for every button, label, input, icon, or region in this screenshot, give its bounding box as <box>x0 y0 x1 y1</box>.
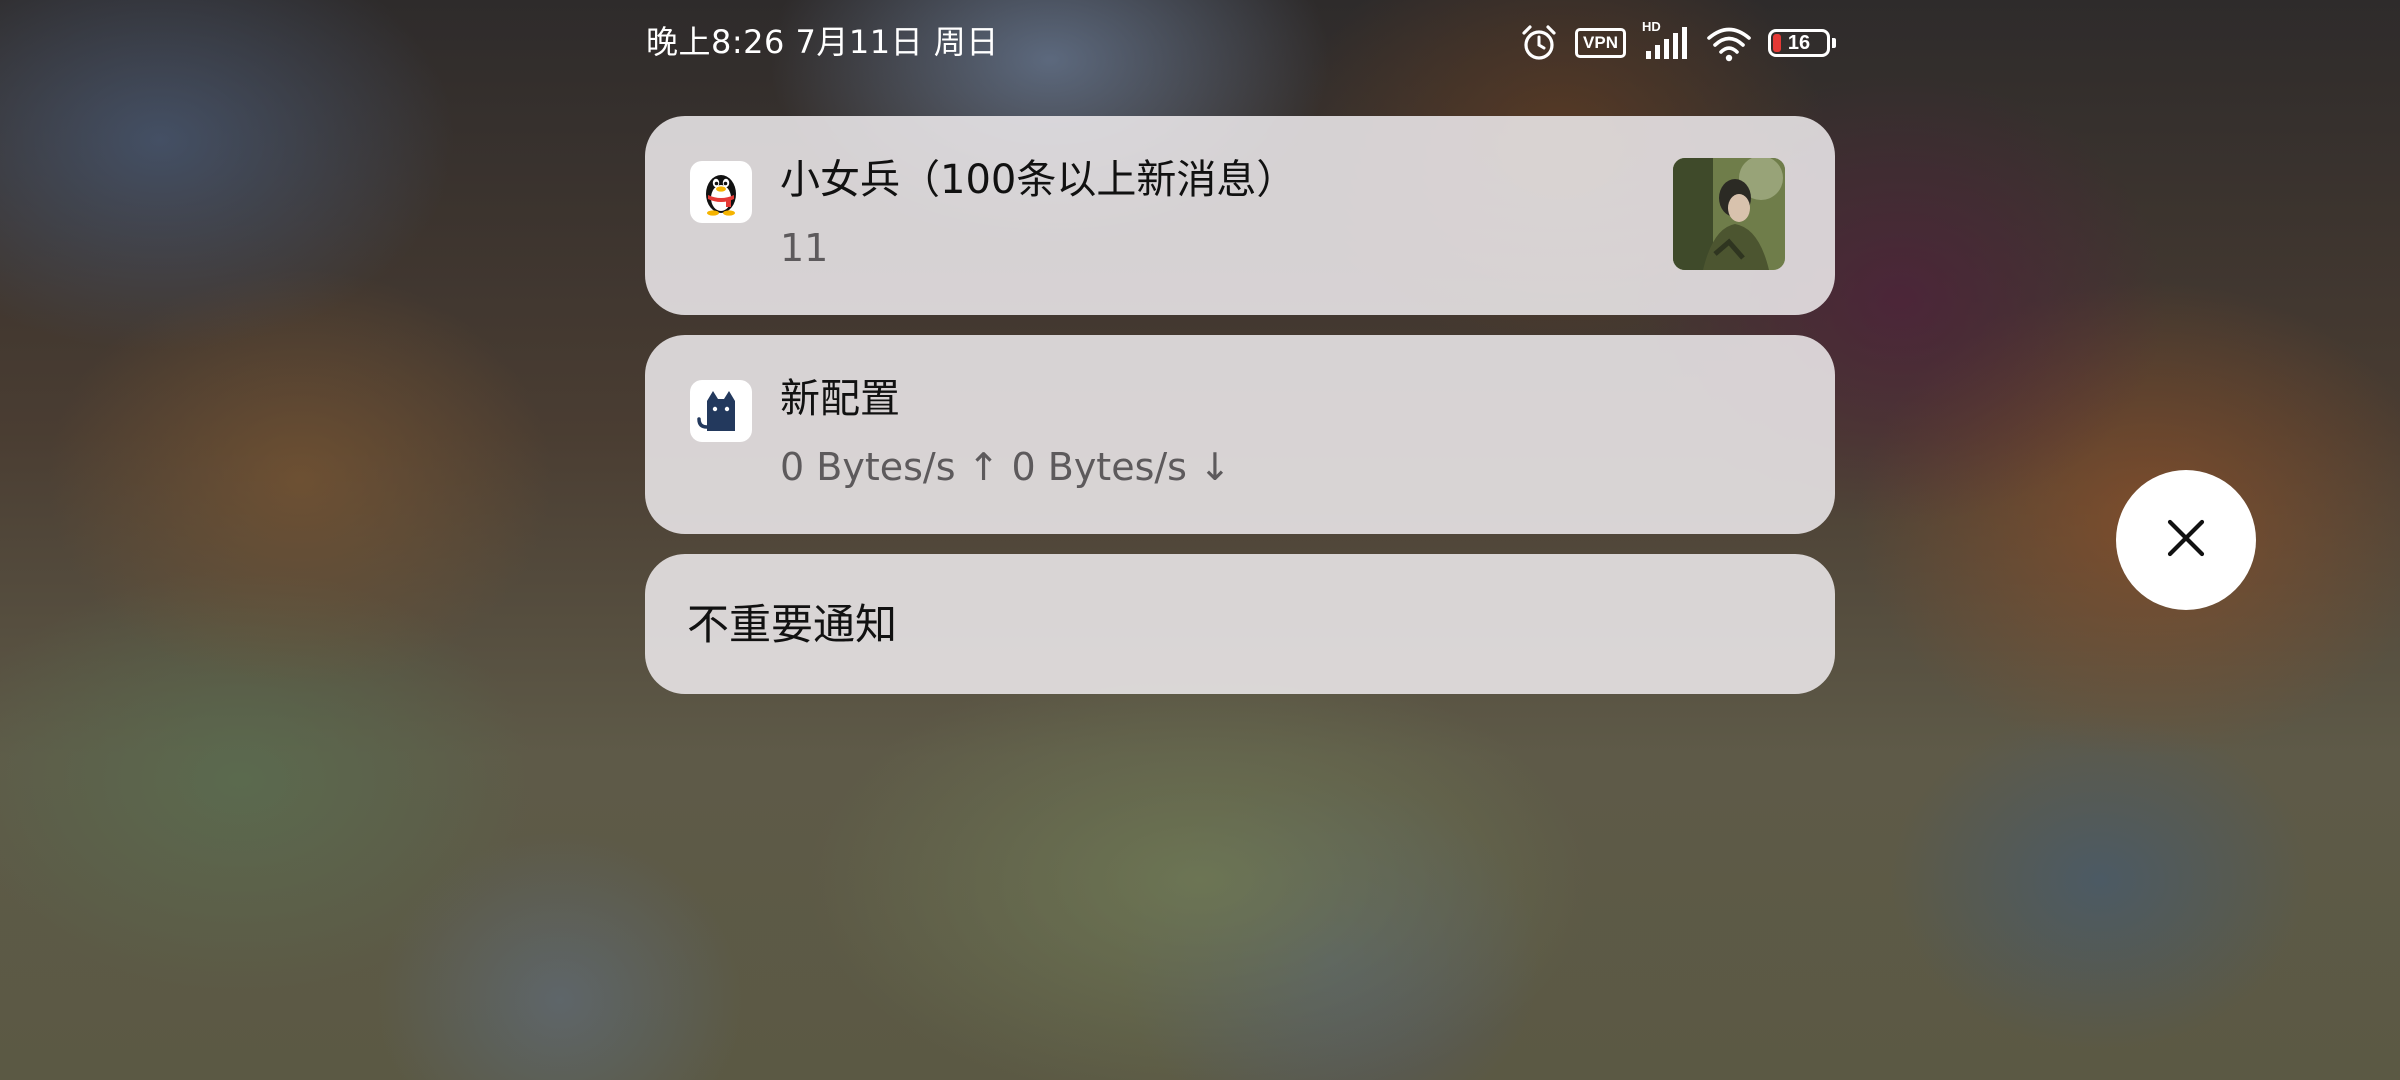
notification-title: 新配置 <box>780 376 900 422</box>
clear-all-button[interactable] <box>2116 470 2256 610</box>
close-icon <box>2164 516 2208 564</box>
clash-cat-icon <box>690 380 752 442</box>
cellular-signal-icon: HD <box>1642 19 1690 63</box>
notification-qq[interactable]: 小女兵（100条以上新消息） 11 <box>645 116 1835 315</box>
contact-avatar-thumbnail <box>1673 158 1785 270</box>
status-time-date: 晚上8:26 7月11日 周日 <box>646 23 999 61</box>
notification-title: 小女兵（100条以上新消息） <box>780 157 1297 203</box>
battery-indicator: 16 <box>1768 29 1836 57</box>
unimportant-notifications-label: 不重要通知 <box>687 600 898 649</box>
notification-text: 11 <box>780 226 829 270</box>
unimportant-notifications[interactable]: 不重要通知 <box>645 554 1835 694</box>
qq-penguin-icon <box>690 161 752 223</box>
alarm-clock-icon <box>1519 23 1559 63</box>
status-icons: VPN HD 16 <box>1519 19 1836 66</box>
battery-level-text: 16 <box>1787 32 1811 54</box>
traffic-speed-text: 0 Bytes/s ↑ 0 Bytes/s ↓ <box>780 445 1231 489</box>
status-bar: 晚上8:26 7月11日 周日 VPN HD 16 <box>644 18 1836 68</box>
vpn-badge: VPN <box>1575 28 1626 58</box>
notification-clash[interactable]: 新配置 0 Bytes/s ↑ 0 Bytes/s ↓ <box>645 335 1835 534</box>
wifi-icon <box>1706 23 1752 63</box>
hd-label: HD <box>1642 19 1661 34</box>
notification-shade: 晚上8:26 7月11日 周日 VPN HD 16 小女兵（100条以上新消息）… <box>0 0 2400 1080</box>
